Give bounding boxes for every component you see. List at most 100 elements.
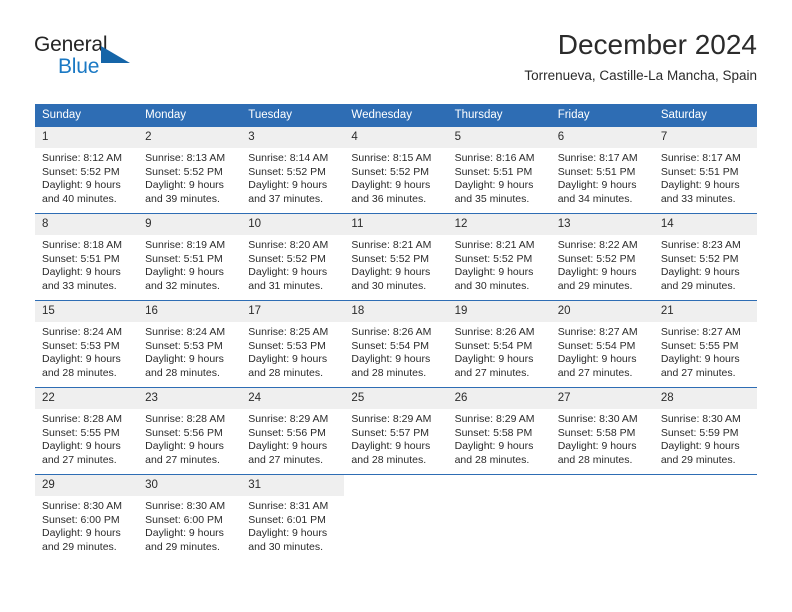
day-details: Sunrise: 8:17 AM Sunset: 5:51 PM Daylight:… xyxy=(551,148,654,207)
sunset-text: Sunset: 5:52 PM xyxy=(557,252,636,265)
calendar-day-cell[interactable]: 8 Sunrise: 8:18 AM Sunset: 5:51 PM Daylight… xyxy=(35,213,139,301)
calendar-grid: Sunday Monday Tuesday Wednesday Thursday… xyxy=(35,104,757,561)
daylight-text: Daylight: 9 hours and 30 minutes. xyxy=(351,266,431,293)
calendar-day-cell[interactable]: 31 Sunrise: 8:31 AM Sunset: 6:01 PM Dayligh… xyxy=(241,474,345,561)
day-number xyxy=(550,475,654,496)
calendar-day-cell[interactable]: 6 Sunrise: 8:17 AM Sunset: 5:51 PM Daylight… xyxy=(550,126,654,214)
calendar-day-cell[interactable]: 29 Sunrise: 8:30 AM Sunset: 6:00 PM Dayligh… xyxy=(35,474,139,561)
calendar-day-cell[interactable]: 2 Sunrise: 8:13 AM Sunset: 5:52 PM Daylight… xyxy=(138,126,242,214)
calendar-cell-inner: 15 Sunrise: 8:24 AM Sunset: 5:53 PM Dayligh… xyxy=(35,301,139,387)
sunrise-text: Sunrise: 8:26 AM xyxy=(454,326,535,338)
calendar-day-cell[interactable]: 20 Sunrise: 8:27 AM Sunset: 5:54 PM Dayligh… xyxy=(550,300,654,388)
calendar-day-cell[interactable]: 24 Sunrise: 8:29 AM Sunset: 5:56 PM Dayligh… xyxy=(241,387,345,475)
day-details: Sunrise: 8:29 AM Sunset: 5:56 PM Daylight:… xyxy=(241,409,344,468)
day-details: Sunrise: 8:23 AM Sunset: 5:52 PM Daylight:… xyxy=(654,235,757,294)
day-details: Sunrise: 8:20 AM Sunset: 5:52 PM Daylight:… xyxy=(241,235,344,294)
calendar-day-cell[interactable]: 28 Sunrise: 8:30 AM Sunset: 5:59 PM Dayligh… xyxy=(653,387,757,475)
sunrise-text: Sunrise: 8:30 AM xyxy=(660,413,741,425)
calendar-cell-inner: 1 Sunrise: 8:12 AM Sunset: 5:52 PM Daylight… xyxy=(35,127,139,213)
daylight-text: Daylight: 9 hours and 27 minutes. xyxy=(145,440,224,467)
calendar-cell-inner: 29 Sunrise: 8:30 AM Sunset: 6:00 PM Dayligh… xyxy=(35,475,139,561)
triangle-icon xyxy=(101,46,130,63)
sunrise-text: Sunrise: 8:13 AM xyxy=(145,152,226,164)
day-details: Sunrise: 8:30 AM Sunset: 6:00 PM Daylight:… xyxy=(35,496,138,555)
day-number: 31 xyxy=(241,475,345,496)
day-number: 19 xyxy=(447,301,551,322)
sunrise-text: Sunrise: 8:29 AM xyxy=(351,413,432,425)
calendar-day-cell[interactable]: 23 Sunrise: 8:28 AM Sunset: 5:56 PM Dayligh… xyxy=(138,387,242,475)
day-number: 29 xyxy=(35,475,139,496)
calendar-day-cell[interactable]: 10 Sunrise: 8:20 AM Sunset: 5:52 PM Dayligh… xyxy=(241,213,345,301)
calendar-day-cell[interactable]: 1 Sunrise: 8:12 AM Sunset: 5:52 PM Daylight… xyxy=(35,126,139,214)
calendar-cell-inner: 7 Sunrise: 8:17 AM Sunset: 5:51 PM Daylight… xyxy=(653,127,757,213)
day-number: 4 xyxy=(344,127,448,148)
daylight-text: Daylight: 9 hours and 33 minutes. xyxy=(660,179,740,206)
calendar-cell-inner: 31 Sunrise: 8:31 AM Sunset: 6:01 PM Dayligh… xyxy=(241,475,345,561)
sunrise-text: Sunrise: 8:17 AM xyxy=(557,152,638,164)
calendar-day-cell[interactable]: 26 Sunrise: 8:29 AM Sunset: 5:58 PM Dayligh… xyxy=(447,387,551,475)
daylight-text: Daylight: 9 hours and 29 minutes. xyxy=(42,527,121,554)
calendar-day-cell[interactable]: 18 Sunrise: 8:26 AM Sunset: 5:54 PM Dayligh… xyxy=(344,300,448,388)
sunset-text: Sunset: 5:57 PM xyxy=(351,426,430,439)
weekday-header-friday: Friday xyxy=(550,104,654,127)
day-details: Sunrise: 8:30 AM Sunset: 5:59 PM Daylight:… xyxy=(654,409,757,468)
daylight-text: Daylight: 9 hours and 27 minutes. xyxy=(454,353,534,380)
calendar-day-cell[interactable]: 13 Sunrise: 8:22 AM Sunset: 5:52 PM Dayligh… xyxy=(550,213,654,301)
sunrise-text: Sunrise: 8:30 AM xyxy=(42,500,122,512)
daylight-text: Daylight: 9 hours and 28 minutes. xyxy=(351,440,431,467)
calendar-cell-inner: 23 Sunrise: 8:28 AM Sunset: 5:56 PM Dayligh… xyxy=(138,388,242,474)
calendar-day-cell[interactable]: 25 Sunrise: 8:29 AM Sunset: 5:57 PM Dayligh… xyxy=(344,387,448,475)
calendar-body: 1 Sunrise: 8:12 AM Sunset: 5:52 PM Daylight… xyxy=(35,126,757,561)
day-details: Sunrise: 8:22 AM Sunset: 5:52 PM Daylight:… xyxy=(551,235,654,294)
calendar-day-cell[interactable]: 27 Sunrise: 8:30 AM Sunset: 5:58 PM Dayligh… xyxy=(550,387,654,475)
day-number: 12 xyxy=(447,214,551,235)
calendar-day-cell[interactable]: 4 Sunrise: 8:15 AM Sunset: 5:52 PM Daylight… xyxy=(344,126,448,214)
calendar-header-row: Sunday Monday Tuesday Wednesday Thursday… xyxy=(35,104,757,127)
sunset-text: Sunset: 5:55 PM xyxy=(660,339,739,352)
calendar-day-cell[interactable]: 16 Sunrise: 8:24 AM Sunset: 5:53 PM Dayligh… xyxy=(138,300,242,388)
daylight-text: Daylight: 9 hours and 28 minutes. xyxy=(454,440,534,467)
calendar-day-cell[interactable]: 14 Sunrise: 8:23 AM Sunset: 5:52 PM Dayligh… xyxy=(653,213,757,301)
sunset-text: Sunset: 5:52 PM xyxy=(351,252,430,265)
brand-logo[interactable]: General Blue xyxy=(34,33,154,81)
day-number: 5 xyxy=(447,127,551,148)
calendar-cell-inner: 11 Sunrise: 8:21 AM Sunset: 5:52 PM Dayligh… xyxy=(344,214,448,300)
calendar-day-cell[interactable]: 3 Sunrise: 8:14 AM Sunset: 5:52 PM Daylight… xyxy=(241,126,345,214)
day-details: Sunrise: 8:24 AM Sunset: 5:53 PM Daylight:… xyxy=(138,322,241,381)
day-number: 1 xyxy=(35,127,139,148)
calendar-day-cell[interactable]: 19 Sunrise: 8:26 AM Sunset: 5:54 PM Dayligh… xyxy=(447,300,551,388)
sunset-text: Sunset: 5:52 PM xyxy=(248,165,326,178)
calendar-day-cell[interactable]: 22 Sunrise: 8:28 AM Sunset: 5:55 PM Dayligh… xyxy=(35,387,139,475)
day-number: 8 xyxy=(35,214,139,235)
sunrise-text: Sunrise: 8:15 AM xyxy=(351,152,432,164)
calendar-day-cell[interactable]: 30 Sunrise: 8:30 AM Sunset: 6:00 PM Dayligh… xyxy=(138,474,242,561)
calendar-day-cell[interactable]: 7 Sunrise: 8:17 AM Sunset: 5:51 PM Daylight… xyxy=(653,126,757,214)
daylight-text: Daylight: 9 hours and 31 minutes. xyxy=(248,266,328,293)
day-number: 16 xyxy=(138,301,242,322)
calendar-day-cell[interactable]: 21 Sunrise: 8:27 AM Sunset: 5:55 PM Dayligh… xyxy=(653,300,757,388)
calendar-cell-inner xyxy=(653,475,757,561)
sunset-text: Sunset: 6:00 PM xyxy=(42,513,120,526)
calendar-day-cell[interactable]: 12 Sunrise: 8:21 AM Sunset: 5:52 PM Dayligh… xyxy=(447,213,551,301)
calendar-cell-inner: 8 Sunrise: 8:18 AM Sunset: 5:51 PM Daylight… xyxy=(35,214,139,300)
calendar-day-cell[interactable]: 15 Sunrise: 8:24 AM Sunset: 5:53 PM Dayligh… xyxy=(35,300,139,388)
day-number: 13 xyxy=(550,214,654,235)
day-number: 22 xyxy=(35,388,139,409)
calendar-cell-empty xyxy=(550,474,654,561)
calendar-week-row: 22 Sunrise: 8:28 AM Sunset: 5:55 PM Dayligh… xyxy=(35,387,757,475)
daylight-text: Daylight: 9 hours and 28 minutes. xyxy=(557,440,637,467)
page-subtitle: Torrenueva, Castille-La Mancha, Spain xyxy=(524,68,757,83)
sunset-text: Sunset: 5:53 PM xyxy=(145,339,223,352)
calendar-cell-inner: 13 Sunrise: 8:22 AM Sunset: 5:52 PM Dayligh… xyxy=(550,214,654,300)
day-number: 24 xyxy=(241,388,345,409)
sunset-text: Sunset: 5:53 PM xyxy=(248,339,326,352)
calendar-day-cell[interactable]: 17 Sunrise: 8:25 AM Sunset: 5:53 PM Dayligh… xyxy=(241,300,345,388)
daylight-text: Daylight: 9 hours and 28 minutes. xyxy=(351,353,431,380)
calendar-day-cell[interactable]: 5 Sunrise: 8:16 AM Sunset: 5:51 PM Daylight… xyxy=(447,126,551,214)
sunrise-text: Sunrise: 8:22 AM xyxy=(557,239,638,251)
sunrise-text: Sunrise: 8:30 AM xyxy=(557,413,638,425)
calendar-day-cell[interactable]: 9 Sunrise: 8:19 AM Sunset: 5:51 PM Daylight… xyxy=(138,213,242,301)
calendar-day-cell[interactable]: 11 Sunrise: 8:21 AM Sunset: 5:52 PM Dayligh… xyxy=(344,213,448,301)
day-number: 14 xyxy=(653,214,757,235)
logo-text-general: General xyxy=(34,33,108,56)
